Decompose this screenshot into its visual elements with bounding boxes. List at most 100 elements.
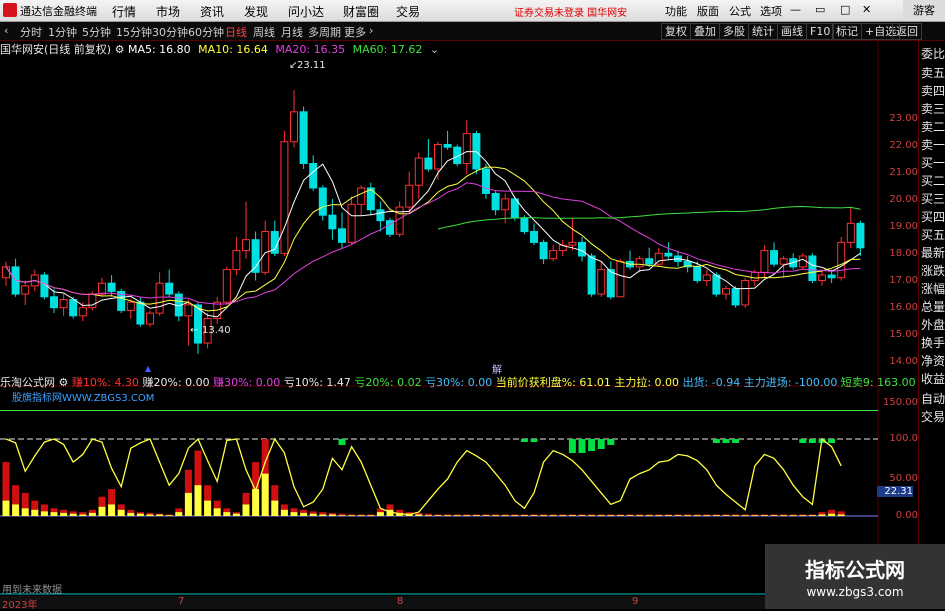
profit-bar	[357, 515, 365, 516]
indicator-legend-item: 出货: -0.94	[682, 376, 744, 389]
period-1min[interactable]: 1分钟	[48, 24, 77, 40]
panel-item[interactable]: 买四	[920, 208, 945, 225]
panel-item[interactable]: 卖三	[920, 100, 945, 117]
price-tick: 21.00	[889, 167, 918, 178]
stats-button[interactable]: 统计	[748, 23, 778, 40]
maximize-button[interactable]: □	[840, 3, 850, 16]
candlestick-series	[2, 90, 865, 354]
panel-item[interactable]: 外盘	[920, 316, 945, 333]
period-30min[interactable]: 30分钟	[152, 24, 188, 40]
login-warning[interactable]: 证券交易未登录 国华网安	[514, 4, 627, 19]
profit-bar	[712, 515, 720, 516]
overlay-button[interactable]: 叠加	[690, 23, 720, 40]
period-60min[interactable]: 60分钟	[188, 24, 224, 40]
profit-bar	[664, 515, 672, 516]
panel-item[interactable]: 卖五	[920, 64, 945, 81]
profit-bar	[684, 515, 692, 516]
restore-button[interactable]: ▭	[815, 3, 825, 16]
panel-item[interactable]: 涨跌	[920, 262, 945, 279]
profit-bar	[808, 515, 816, 516]
chevron-right-icon[interactable]: ›	[369, 24, 373, 37]
panel-item[interactable]: 委比	[920, 45, 945, 62]
date-label: 7	[178, 596, 185, 607]
period-multi[interactable]: 多周期	[308, 24, 341, 40]
candle-body	[818, 274, 826, 281]
menu-wealth[interactable]: 财富圈	[343, 3, 379, 20]
profit-bar	[722, 515, 730, 516]
profit-bar	[492, 515, 500, 516]
indicator-legend-item: 主力进场: -100.00	[743, 376, 841, 389]
menu-layout[interactable]: 版面	[697, 3, 719, 19]
gear-icon[interactable]: ⚙	[59, 376, 72, 389]
draw-line-button[interactable]: 画线	[777, 23, 807, 40]
profit-bar	[338, 515, 346, 516]
panel-item[interactable]: 买五	[920, 226, 945, 243]
panel-item[interactable]: 买一	[920, 154, 945, 171]
menu-market[interactable]: 市场	[156, 3, 180, 20]
price-tick: 22.00	[889, 140, 918, 151]
signal-bar	[722, 439, 730, 443]
menu-ask[interactable]: 问小达	[288, 3, 324, 20]
panel-item[interactable]: 交易	[920, 408, 945, 425]
panel-item[interactable]: 总量	[920, 298, 945, 315]
candle-body	[808, 255, 817, 281]
profit-bar	[271, 500, 279, 516]
period-more[interactable]: 更多	[344, 24, 366, 40]
panel-item[interactable]: 收益	[920, 370, 945, 387]
menu-news[interactable]: 资讯	[200, 3, 224, 20]
menu-trade[interactable]: 交易	[396, 3, 420, 20]
panel-item[interactable]: 换手	[920, 334, 945, 351]
quote-panel: 委比 卖五 卖四 卖三 卖二 卖一 买一 买二 买三 买四 买五 最新 涨跌 涨…	[918, 41, 945, 609]
panel-item[interactable]: 买三	[920, 190, 945, 207]
indicator-name[interactable]: 乐淘公式网	[0, 376, 55, 389]
panel-item[interactable]: 卖四	[920, 82, 945, 99]
period-monthly[interactable]: 月线	[281, 24, 303, 40]
price-tick: 19.00	[889, 221, 918, 232]
profit-bar	[511, 515, 519, 516]
multi-stock-button[interactable]: 多股	[719, 23, 749, 40]
menu-function[interactable]: 功能	[665, 3, 687, 19]
candle-body	[443, 143, 452, 148]
panel-item[interactable]: 涨幅	[920, 280, 945, 297]
panel-item[interactable]: 净资	[920, 352, 945, 369]
minimize-button[interactable]: —	[790, 3, 801, 16]
back-button[interactable]: 返回	[892, 23, 922, 40]
indicator-tick: 100.0	[889, 433, 918, 444]
menu-options[interactable]: 选项	[760, 3, 782, 19]
indicator-legend-item: 亏20%: 0.02	[354, 376, 426, 389]
candle-body	[741, 279, 750, 306]
mark-button[interactable]: 标记	[832, 23, 862, 40]
candle-body	[318, 187, 327, 216]
profit-bar	[818, 514, 826, 516]
candle-body	[693, 266, 702, 281]
panel-item[interactable]: 卖一	[920, 136, 945, 153]
adjust-button[interactable]: 复权	[661, 23, 691, 40]
period-5min[interactable]: 5分钟	[82, 24, 111, 40]
date-axis: 2023年 7 8 9	[0, 596, 765, 611]
close-icon[interactable]: ✕	[862, 3, 871, 16]
guest-button[interactable]: 游客	[903, 0, 945, 21]
profit-bar	[588, 515, 596, 516]
period-15min[interactable]: 15分钟	[116, 24, 152, 40]
f10-button[interactable]: F10	[806, 23, 835, 40]
menu-discover[interactable]: 发现	[244, 3, 268, 20]
candle-body	[21, 285, 30, 295]
candle-body	[232, 250, 241, 271]
panel-item[interactable]: 买二	[920, 172, 945, 189]
menu-quotes[interactable]: 行情	[112, 3, 136, 20]
kline-chart[interactable]: 23.11 13.40 ↙ ← 股旗指标网WWW.ZBGS3.COM 用到未来数…	[0, 41, 918, 609]
candle-body	[702, 274, 711, 281]
panel-item[interactable]: 自动	[920, 390, 945, 407]
chevron-left-icon[interactable]: ‹	[4, 24, 8, 37]
panel-item[interactable]: 最新	[920, 244, 945, 261]
profit-bar	[184, 492, 192, 516]
period-daily[interactable]: 日线	[225, 24, 247, 40]
signal-bar	[607, 439, 615, 445]
period-intraday[interactable]: 分时	[20, 24, 42, 40]
profit-bar	[626, 515, 634, 516]
menu-formula[interactable]: 公式	[729, 3, 751, 19]
period-weekly[interactable]: 周线	[253, 24, 275, 40]
candle-body	[722, 288, 730, 295]
panel-item[interactable]: 卖二	[920, 118, 945, 135]
app-logo-icon	[3, 3, 17, 17]
